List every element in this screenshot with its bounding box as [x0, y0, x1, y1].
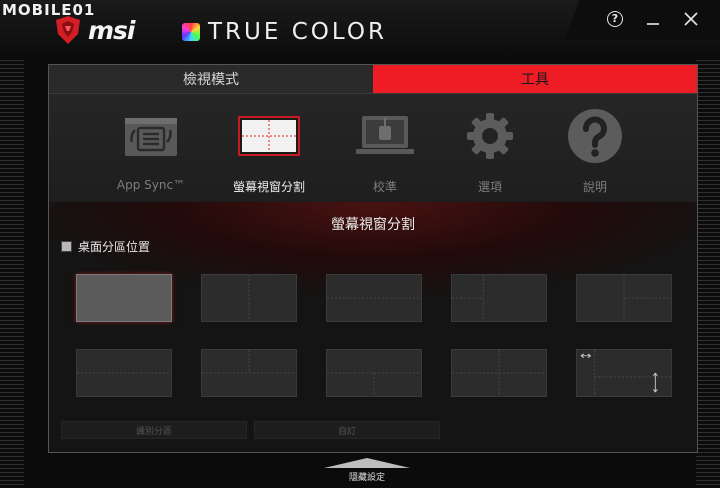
screen-split-icon: [238, 116, 300, 156]
help-icon: ?: [607, 11, 623, 27]
true-color-icon: [182, 23, 200, 41]
layout-custom-split[interactable]: [576, 349, 672, 397]
checkbox-box[interactable]: [61, 241, 72, 252]
layout-left-split[interactable]: [451, 274, 547, 322]
main-panel: 檢視模式 工具 App Sync™ 螢幕視窗分割 校準 選項 說明 螢幕視窗分割…: [48, 64, 698, 453]
question-icon: [568, 109, 622, 163]
layout-quad-split[interactable]: [76, 349, 172, 397]
minimize-icon: [647, 23, 659, 25]
layout-four-split[interactable]: [451, 349, 547, 397]
tool-options[interactable]: 選項: [440, 104, 540, 195]
tool-label: 說明: [582, 180, 607, 194]
tool-label: 螢幕視窗分割: [232, 180, 305, 194]
tool-calibration[interactable]: 校準: [335, 104, 435, 195]
msi-dragon-icon: [56, 16, 80, 44]
layout-right-split[interactable]: [576, 274, 672, 322]
tool-label: App Sync™: [116, 178, 186, 192]
close-button[interactable]: [680, 8, 702, 30]
minimize-button[interactable]: [642, 8, 664, 30]
tools-toolbar: App Sync™ 螢幕視窗分割 校準 選項 說明: [49, 93, 697, 201]
help-button[interactable]: ?: [604, 8, 626, 30]
collapse-arrow-icon: [324, 458, 410, 468]
checkbox-label: 桌面分區位置: [78, 240, 151, 254]
tab-view-mode[interactable]: 檢視模式: [49, 65, 373, 93]
window-controls: ?: [564, 0, 720, 40]
app-sync-icon: [125, 118, 177, 156]
hide-settings-button[interactable]: 隱藏設定: [324, 458, 410, 484]
layout-top-split[interactable]: [201, 349, 297, 397]
screen-split-content: 螢幕視窗分割 桌面分區位置 識別分區 自訂: [49, 202, 697, 452]
layout-full[interactable]: [76, 274, 172, 322]
right-stripe-decoration: [696, 0, 720, 488]
layout-bottom-split[interactable]: [326, 349, 422, 397]
gear-icon: [467, 113, 513, 159]
tool-app-sync[interactable]: App Sync™: [101, 104, 201, 192]
hide-settings-label: 隱藏設定: [348, 473, 385, 483]
layout-horizontal-split[interactable]: [326, 274, 422, 322]
close-icon: [684, 12, 698, 26]
tool-label: 校準: [372, 180, 397, 194]
tool-label: 選項: [477, 180, 502, 194]
mode-tabs: 檢視模式 工具: [49, 65, 697, 93]
calibration-icon: [356, 116, 414, 154]
section-title: 螢幕視窗分割: [331, 217, 415, 233]
layout-grid: [76, 274, 676, 398]
identify-partition-button[interactable]: 識別分區: [61, 421, 247, 439]
desktop-partition-checkbox[interactable]: 桌面分區位置: [61, 238, 150, 255]
msi-wordmark: msi: [88, 15, 135, 45]
tool-screen-split[interactable]: 螢幕視窗分割: [219, 104, 319, 195]
custom-button[interactable]: 自訂: [254, 421, 440, 439]
title-bar[interactable]: MOBILE01 msi TRUE COLOR ?: [0, 0, 720, 58]
layout-vertical-split[interactable]: [201, 274, 297, 322]
true-color-logo: TRUE COLOR: [182, 19, 387, 45]
msi-logo: msi: [52, 14, 135, 46]
product-title: TRUE COLOR: [208, 19, 387, 45]
left-stripe-decoration: [0, 0, 24, 488]
tool-help[interactable]: 說明: [545, 104, 645, 195]
tab-tools[interactable]: 工具: [373, 65, 697, 93]
